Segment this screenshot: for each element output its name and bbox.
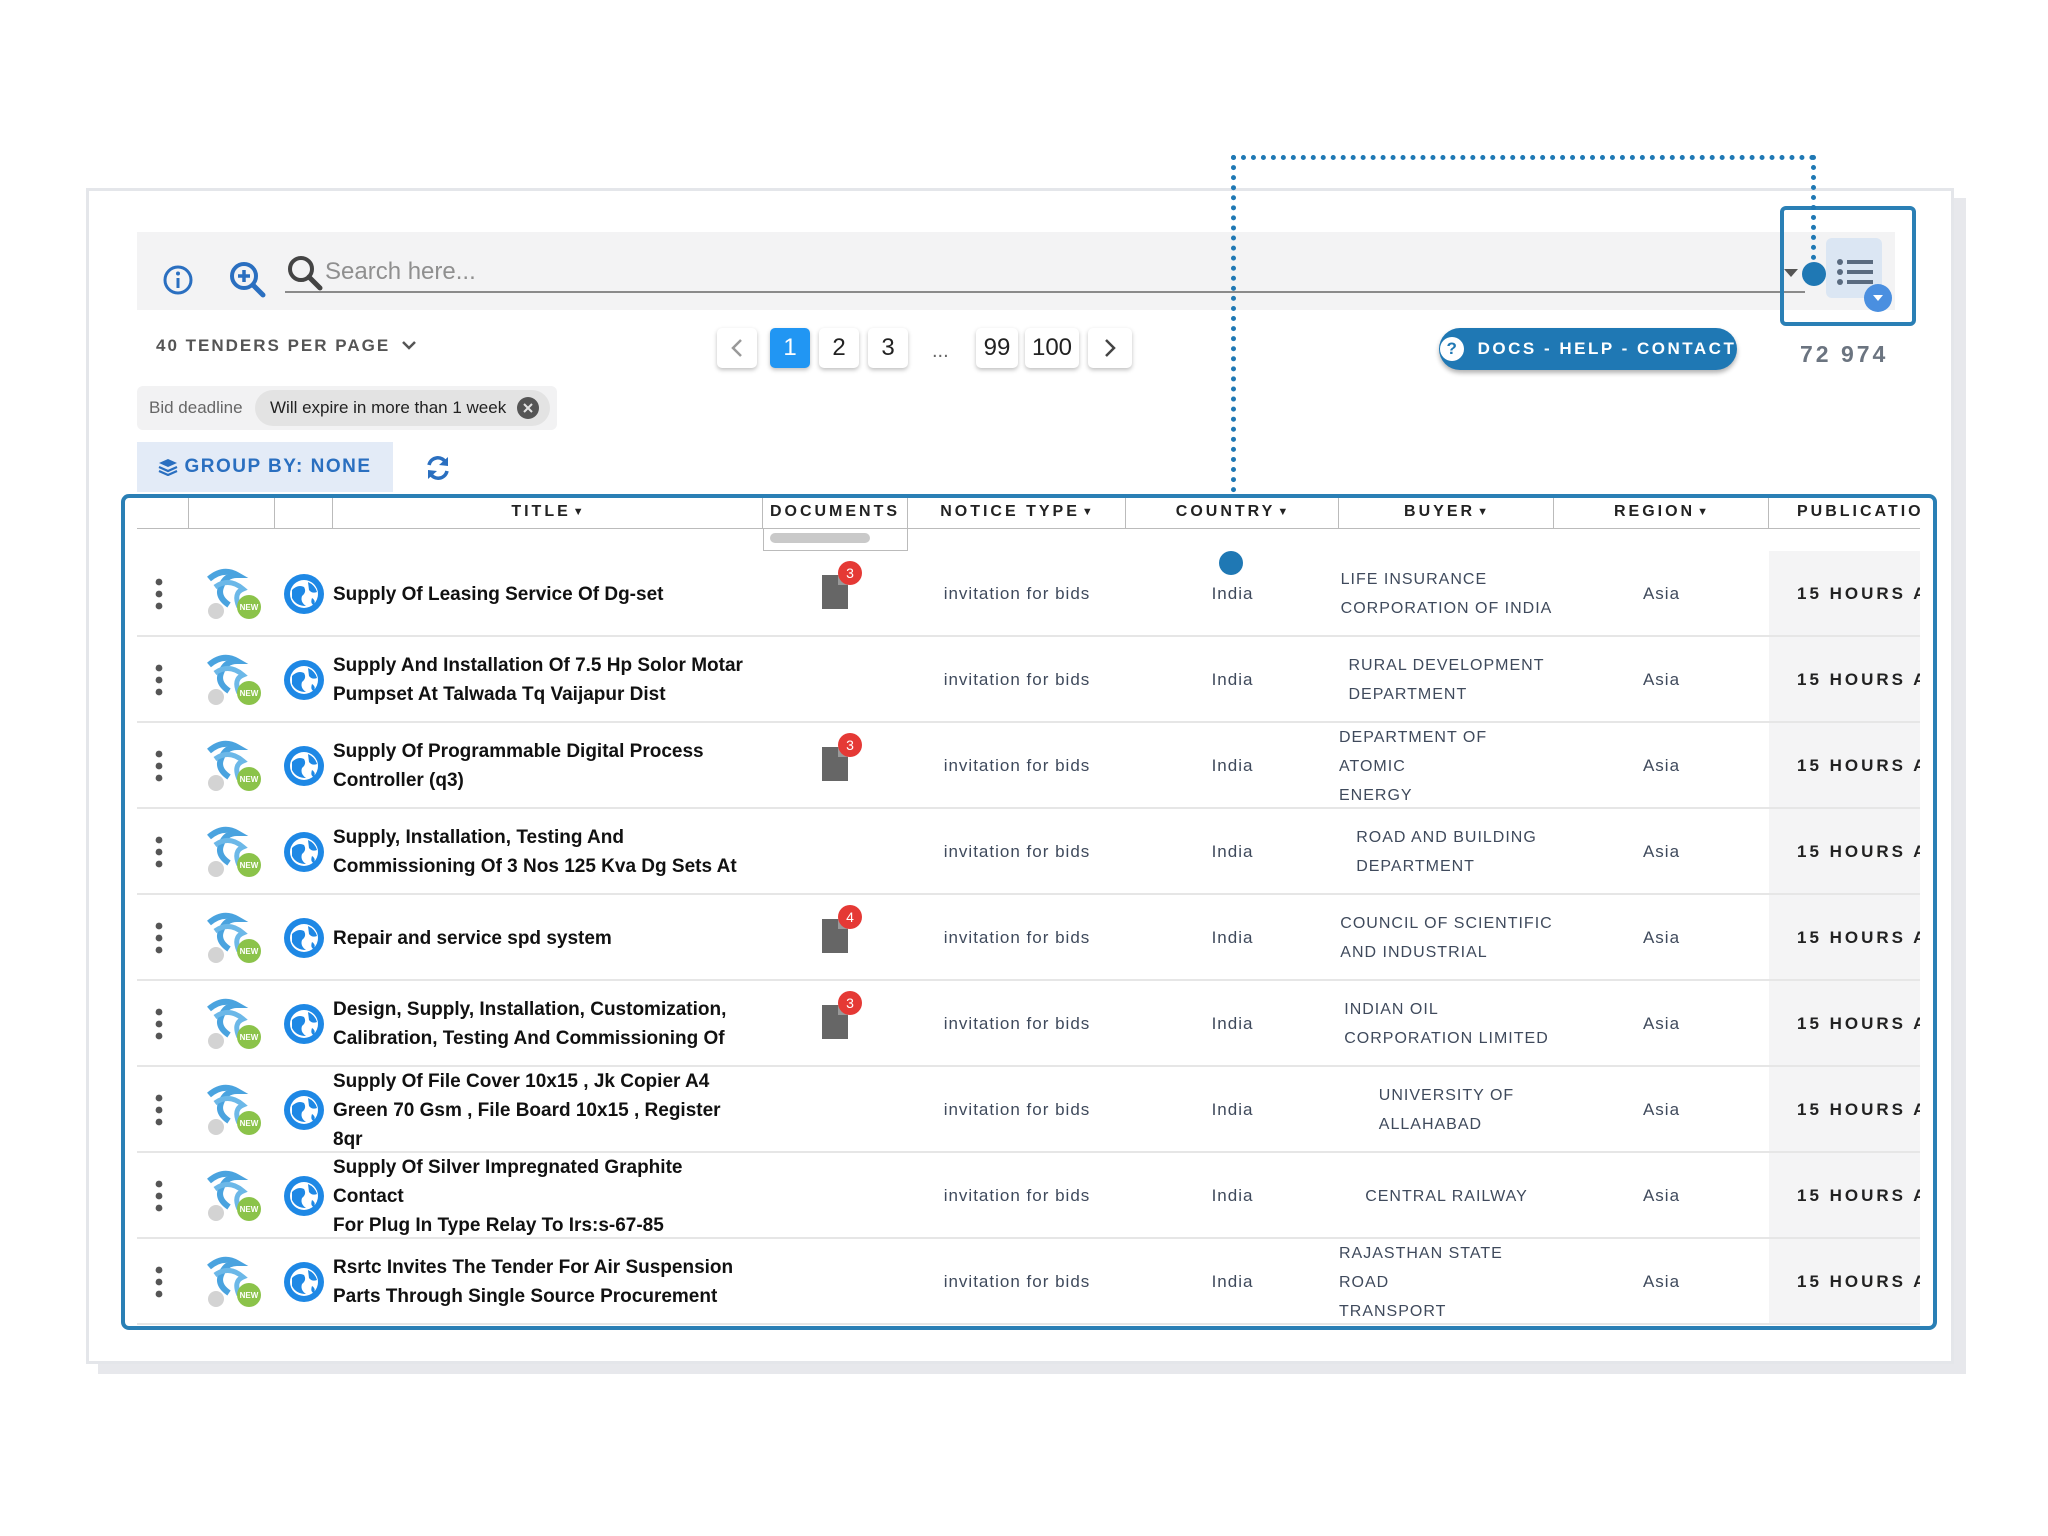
docs-help-contact-button[interactable]: ? DOCS - HELP - CONTACT — [1439, 328, 1737, 370]
search-icon — [285, 253, 325, 293]
chevron-left-icon — [731, 339, 742, 357]
per-page-select[interactable]: 40 TENDERS PER PAGE — [156, 336, 417, 356]
page-button[interactable]: 3 — [868, 328, 908, 368]
page-button[interactable]: 2 — [819, 328, 859, 368]
chevron-down-icon — [402, 341, 416, 350]
help-icon: ? — [1439, 337, 1464, 361]
prev-page-button[interactable] — [717, 328, 757, 368]
total-count: 72 974 — [1800, 341, 1889, 367]
close-icon[interactable] — [517, 397, 539, 419]
grid-highlight-frame — [121, 494, 1937, 1330]
page-ellipsis: ... — [932, 340, 949, 362]
connector-line — [1231, 155, 1815, 160]
connector-endpoint — [1802, 262, 1826, 286]
next-page-button[interactable] — [1088, 328, 1132, 368]
page-button[interactable]: 1 — [770, 328, 810, 368]
info-icon[interactable] — [160, 262, 196, 298]
search-input[interactable] — [325, 252, 1725, 292]
docs-help-contact-label: DOCS - HELP - CONTACT — [1477, 339, 1737, 358]
page-button[interactable]: 100 — [1025, 328, 1079, 368]
columns-button-highlight — [1780, 206, 1916, 326]
refresh-icon[interactable] — [424, 454, 452, 487]
layers-icon — [159, 459, 178, 476]
filter-chip-value: Will expire in more than 1 week — [270, 398, 507, 417]
per-page-label: 40 TENDERS PER PAGE — [156, 336, 391, 355]
connector-line — [1811, 155, 1816, 270]
page-button[interactable]: 99 — [976, 328, 1018, 368]
group-by-label: GROUP BY: NONE — [184, 456, 372, 477]
group-by-button[interactable]: GROUP BY: NONE — [137, 442, 393, 492]
chevron-right-icon — [1105, 339, 1116, 357]
filter-label: Bid deadline — [149, 398, 243, 417]
zoom-in-icon[interactable] — [226, 258, 268, 300]
connector-endpoint — [1219, 551, 1243, 575]
search-underline — [285, 291, 1805, 293]
